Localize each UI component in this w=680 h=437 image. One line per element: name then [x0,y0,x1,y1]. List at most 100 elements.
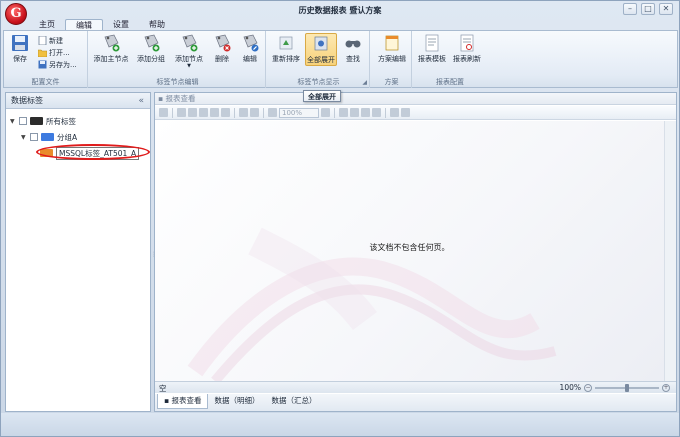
print-icon[interactable] [188,108,197,117]
group-label-tag-node-display: 标签节点显示 [297,78,340,86]
tree-group-label: 分组A [57,132,78,142]
expand-triangle-icon[interactable]: ▼ [10,118,16,125]
save-as-label: 另存为... [49,60,77,69]
multipage-icon[interactable] [390,108,399,117]
ribbon-group-tag-node-display: 重新排序 全部展开 查找 标签节点显示 ◢ [268,31,370,88]
dialog-launcher-icon[interactable]: ◢ [362,79,367,86]
zoom-slider[interactable] [595,383,659,392]
open-button[interactable]: 打开... [38,47,70,58]
background-icon[interactable] [401,108,410,117]
resort-button[interactable]: 重新排序 [270,33,302,64]
app-logo[interactable]: G [5,3,27,25]
minimize-button[interactable]: – [623,3,637,15]
new-label: 新建 [49,36,63,45]
tab-data-summary[interactable]: 数据（汇总） [265,394,322,409]
zoom-out-button[interactable]: − [584,383,592,392]
add-main-node-icon [104,34,120,52]
open-label: 打开... [49,48,70,57]
delete-tag-icon [215,34,231,52]
add-main-node-button[interactable]: 添加主节点 [93,33,129,64]
group-label-tag-node-edit: 标签节点编辑 [156,78,199,86]
binoculars-icon [345,40,361,48]
report-view-header: ▪ 报表查看 [155,93,676,105]
group-label-config-file: 配置文件 [31,78,60,86]
zoom-combo[interactable]: 100% [279,107,319,118]
tree-root-label: 所有标签 [46,116,76,126]
report-bottom-tabs: ▪ 报表查看 数据（明细） 数据（汇总） [155,394,676,411]
expand-triangle-icon[interactable]: ▼ [21,134,27,141]
toolbar-separator [172,107,173,118]
ribbon-group-scheme: 方案编辑 方案 [372,31,412,88]
tree-node-root[interactable]: ▼ 所有标签 [10,115,76,127]
tag-group-icon [41,133,54,141]
new-button[interactable]: 新建 [38,35,63,46]
edit-label: 编辑 [243,55,257,63]
add-node-button[interactable]: 添加节点 ▼ [172,33,206,69]
edit-button[interactable]: 编辑 [238,33,262,64]
zoom-slider-thumb[interactable] [625,383,629,392]
save-as-icon [38,60,47,69]
find-button[interactable]: 查找 [340,33,366,64]
scheme-edit-button[interactable]: 方案编辑 [374,33,410,64]
ribbon-group-tag-node-edit: 添加主节点 添加分组 添加节点 ▼ 删除 编辑 标签节点编辑 [90,31,266,88]
ribbon: 保存 新建 打开... 另存为... 配置文件 添加主节点 添加分组 添加节点 … [3,30,678,88]
delete-button[interactable]: 删除 [210,33,234,64]
root-checkbox[interactable] [19,117,27,125]
group-checkbox[interactable] [30,133,38,141]
zoom-in-button[interactable]: + [662,383,670,392]
save-button[interactable]: 保存 [6,33,34,64]
ribbon-group-report-config: 报表模板 报表刷新 报表配置 [414,31,486,88]
toolbar-separator [234,107,235,118]
empty-document-message: 该文档不包含任何页。 [369,243,450,252]
add-node-icon [182,34,198,52]
quick-print-icon[interactable] [199,108,208,117]
add-group-label: 添加分组 [137,55,165,63]
close-button[interactable]: ✕ [659,3,673,15]
find-icon[interactable] [159,108,168,117]
page-setup-icon[interactable] [210,108,219,117]
add-group-icon [144,34,160,52]
tree-node-group[interactable]: ▼ 分组A [21,131,77,143]
last-page-icon[interactable] [372,108,381,117]
expand-all-icon [314,36,328,51]
toolbar-separator [334,107,335,118]
report-template-button[interactable]: 报表模板 [416,33,448,64]
find-label: 查找 [346,55,360,63]
zoom-level: 100% [559,383,581,392]
group-label-scheme: 方案 [384,78,399,86]
add-group-button[interactable]: 添加分组 [134,33,168,64]
highlight-ring [36,144,150,160]
first-page-icon[interactable] [339,108,348,117]
chevron-down-icon[interactable]: ▼ [172,64,206,69]
report-status-bar: 空 100% − + [155,381,676,393]
report-refresh-button[interactable]: 报表刷新 [451,33,483,64]
window-title: 历史数据报表 暨认方案 [298,6,382,15]
hand-tool-icon[interactable] [239,108,248,117]
zoom-in-icon[interactable] [321,108,330,117]
save-as-button[interactable]: 另存为... [38,59,77,70]
scheme-edit-icon [385,35,399,51]
expand-all-button[interactable]: 全部展开 [305,33,337,66]
scale-icon[interactable] [221,108,230,117]
report-refresh-label: 报表刷新 [453,55,481,63]
window-controls: – □ ✕ [623,3,673,15]
status-text: 空 [159,384,167,393]
open-folder-icon [38,49,47,57]
tab-report-view[interactable]: ▪ 报表查看 [157,394,209,409]
next-page-icon[interactable] [361,108,370,117]
window-status-bar [1,413,679,436]
panel-title: 数据标签 [11,96,43,105]
add-node-label: 添加节点 [175,55,203,63]
maximize-button[interactable]: □ [641,3,655,15]
open-icon[interactable] [177,108,186,117]
title-bar: G 历史数据报表 暨认方案 – □ ✕ [1,1,679,25]
magnifier-icon[interactable] [250,108,259,117]
sort-icon [279,36,293,50]
report-template-label: 报表模板 [418,55,446,63]
prev-page-icon[interactable] [350,108,359,117]
zoom-out-icon[interactable] [268,108,277,117]
vertical-scrollbar[interactable] [664,121,676,381]
tab-data-detail[interactable]: 数据（明细） [208,394,265,409]
collapse-panel-icon[interactable]: « [138,93,144,109]
edit-tag-icon [243,34,259,52]
